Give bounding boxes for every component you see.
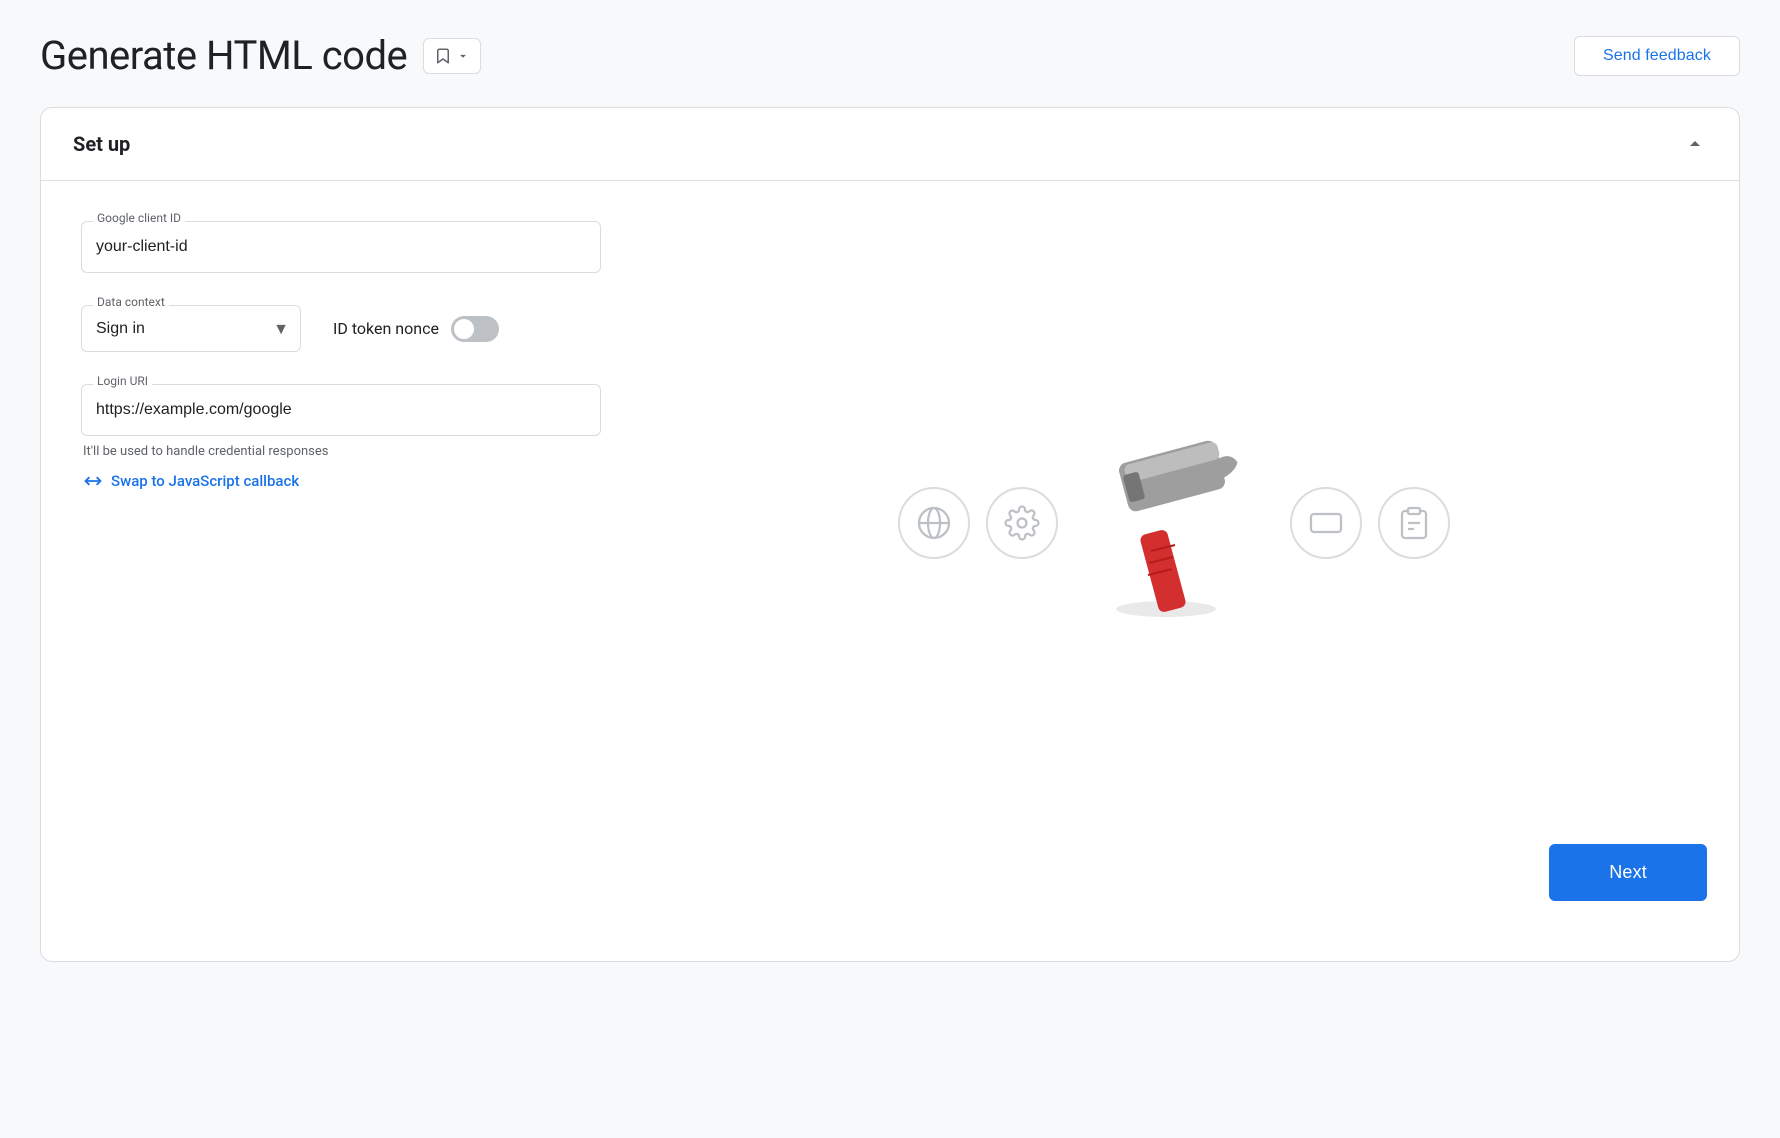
illustration-area: [898, 221, 1450, 824]
clipboard-circle-icon: [1378, 487, 1450, 559]
login-uri-helper: It'll be used to handle credential respo…: [81, 444, 601, 459]
bookmark-button[interactable]: [423, 38, 481, 74]
collapse-icon[interactable]: [1683, 132, 1707, 156]
google-client-id-label: Google client ID: [93, 211, 185, 225]
hammer-illustration: [1094, 421, 1254, 625]
card-section-title: Set up: [73, 132, 130, 156]
form-section: Google client ID Data context Sign in Si…: [81, 221, 601, 921]
login-uri-group: Login URI: [81, 384, 601, 436]
card-header: Set up: [41, 108, 1739, 181]
swap-to-javascript-link[interactable]: Swap to JavaScript callback: [81, 471, 601, 491]
login-uri-input[interactable]: [81, 384, 601, 436]
globe-icon: [916, 505, 952, 541]
google-client-id-input[interactable]: [81, 221, 601, 273]
settings-icon: [1004, 505, 1040, 541]
visual-section: Next: [641, 221, 1707, 921]
login-uri-label: Login URI: [93, 374, 152, 388]
data-context-label: Data context: [93, 295, 169, 309]
next-button-row: Next: [641, 824, 1707, 901]
id-token-nonce-group: ID token nonce: [333, 316, 499, 342]
keyboard-icon: [1308, 505, 1344, 541]
illustration-row: [898, 421, 1450, 625]
globe-circle-icon: [898, 487, 970, 559]
setup-card: Set up Google client ID Data context Sig…: [40, 107, 1740, 962]
page-header: Generate HTML code Send feedback: [40, 32, 1740, 79]
id-token-nonce-label: ID token nonce: [333, 319, 439, 338]
toggle-slider: [451, 316, 499, 342]
keyboard-circle-icon: [1290, 487, 1362, 559]
bookmark-icon: [434, 47, 452, 65]
id-token-nonce-toggle[interactable]: [451, 316, 499, 342]
card-body: Google client ID Data context Sign in Si…: [41, 181, 1739, 961]
google-client-id-group: Google client ID: [81, 221, 601, 273]
data-context-group: Data context Sign in Sign up Sign in wit…: [81, 305, 301, 352]
next-button[interactable]: Next: [1549, 844, 1707, 901]
send-feedback-button[interactable]: Send feedback: [1574, 36, 1740, 76]
chevron-down-small-icon: [456, 49, 470, 63]
login-uri-section: Login URI It'll be used to handle creden…: [81, 384, 601, 491]
swap-link-label: Swap to JavaScript callback: [111, 472, 299, 490]
hammer-svg: [1094, 421, 1254, 621]
data-context-select[interactable]: Sign in Sign up Sign in with Google: [81, 305, 301, 352]
header-left: Generate HTML code: [40, 32, 481, 79]
settings-circle-icon: [986, 487, 1058, 559]
swap-icon: [83, 471, 103, 491]
page-title: Generate HTML code: [40, 32, 407, 79]
context-nonce-row: Data context Sign in Sign up Sign in wit…: [81, 305, 601, 352]
clipboard-icon: [1396, 505, 1432, 541]
